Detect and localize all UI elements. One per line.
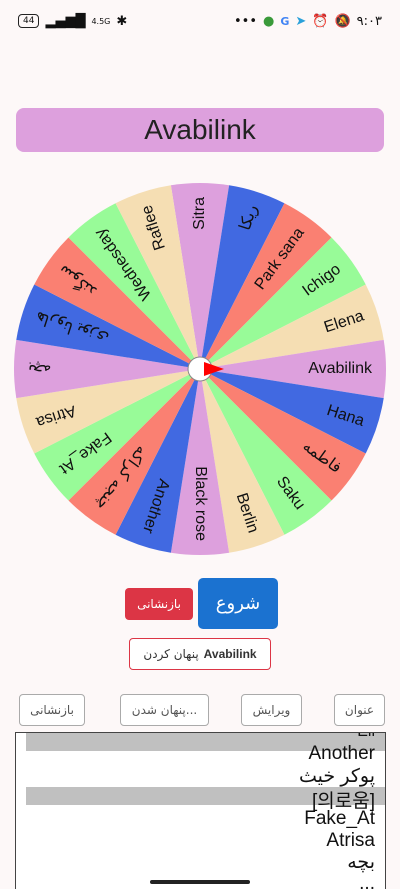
mute-icon: 🔕 [334,13,351,29]
reset-button[interactable]: بازنشانی [125,588,193,620]
reset-list-button[interactable]: بازنشانی [19,694,85,726]
more-icon: ••• [234,13,258,29]
status-right: ••• ● G ➤ ⏰ 🔕 ۹:۰۳ [234,14,382,29]
list-item: Fake_At [304,808,375,829]
edit-button[interactable]: ویرایش [241,694,302,726]
names-textarea[interactable]: Ell Another پوکر خیث [의로움] Fake_At Atris… [15,732,386,889]
google-icon: G [280,14,290,28]
list-item: Atrisa [326,830,375,851]
alarm-icon: ⏰ [312,13,329,29]
signal-icon: ▂▄▆█ [45,13,86,29]
gesture-bar [150,880,250,884]
hide-winner-button[interactable]: پنهان کردن Avabilink [129,638,271,670]
hidden-button[interactable]: پنهان شدن... [120,694,209,726]
list-item: بچه [347,852,375,873]
title-button[interactable]: عنوان [334,694,385,726]
list-item: ... [359,873,375,889]
clock: ۹:۰۳ [356,13,382,29]
hide-winner-name: Avabilink [203,647,257,661]
telegram-icon: ➤ [295,13,307,29]
wheel-label: ﺑﭽﻪ [28,361,51,378]
bluetooth-icon: ✱ [116,13,128,29]
wheel-label: Black rose [192,466,209,541]
spin-wheel[interactable]: Sitra ریکاPark sanaIchigoElenaAvabilinkHa… [8,177,392,561]
list-item: پوکر خیث [298,766,375,787]
start-button[interactable]: شروع [198,578,278,629]
list-item: Ell [357,733,375,741]
app-notification-icon: ● [263,13,275,29]
network-type: 4.5G [91,16,111,26]
wheel-label: Avabilink [308,360,373,377]
status-left: 44 ▂▄▆█ 4.5G ✱ [18,14,127,29]
wheel-label: Sitra [191,197,208,230]
status-bar: 44 ▂▄▆█ 4.5G ✱ ••• ● G ➤ ⏰ 🔕 ۹:۰۳ [0,0,400,42]
battery-icon: 44 [18,14,40,28]
hide-label: پنهان کردن [143,647,199,661]
wheel-title: Avabilink [16,108,384,152]
list-item: Another [308,743,375,764]
